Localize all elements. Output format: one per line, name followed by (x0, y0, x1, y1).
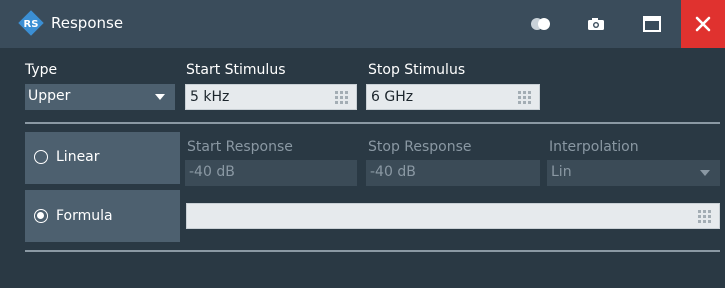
camera-button[interactable] (582, 12, 610, 36)
type-label: Type (25, 62, 58, 78)
start-stimulus-label: Start Stimulus (186, 62, 286, 78)
start-response-value: -40 dB (189, 164, 235, 180)
svg-text:RS: RS (24, 19, 39, 30)
interpolation-select: Lin (547, 160, 720, 186)
close-icon (695, 16, 711, 32)
stop-stimulus-label: Stop Stimulus (368, 62, 466, 78)
radio-checked-icon (34, 209, 48, 223)
stop-response-field: -40 dB (366, 160, 540, 186)
title-bar: RS Response (0, 0, 725, 48)
start-stimulus-input[interactable]: 5 kHz (185, 84, 357, 110)
linear-label: Linear (56, 149, 100, 165)
divider (25, 122, 720, 124)
type-select[interactable]: Upper (25, 84, 175, 110)
interpolation-value: Lin (551, 164, 572, 180)
start-response-field: -40 dB (185, 160, 357, 186)
maximize-button[interactable] (638, 12, 666, 36)
keypad-icon[interactable] (335, 91, 349, 104)
close-button[interactable] (681, 0, 725, 48)
stop-response-value: -40 dB (370, 164, 416, 180)
start-response-label: Start Response (187, 139, 293, 155)
keypad-icon[interactable] (698, 210, 712, 223)
linear-radio[interactable]: Linear (25, 132, 180, 184)
maximize-icon (643, 16, 661, 32)
radio-unchecked-icon (34, 150, 48, 164)
start-stimulus-value: 5 kHz (190, 89, 230, 105)
chevron-down-icon (700, 170, 710, 176)
stop-stimulus-input[interactable]: 6 GHz (366, 84, 540, 110)
window-title: Response (51, 14, 124, 32)
divider (25, 250, 720, 252)
formula-input[interactable] (186, 203, 720, 229)
formula-radio[interactable]: Formula (25, 190, 180, 242)
formula-label: Formula (56, 208, 113, 224)
toggle-icon (531, 18, 550, 30)
camera-icon (588, 18, 604, 30)
toggle-button[interactable] (527, 12, 555, 36)
interpolation-label: Interpolation (549, 139, 639, 155)
stop-response-label: Stop Response (368, 139, 472, 155)
type-value: Upper (28, 88, 71, 104)
keypad-icon[interactable] (518, 91, 532, 104)
chevron-down-icon (155, 94, 165, 100)
rohde-schwarz-logo-icon: RS (18, 10, 44, 36)
stop-stimulus-value: 6 GHz (371, 89, 414, 105)
